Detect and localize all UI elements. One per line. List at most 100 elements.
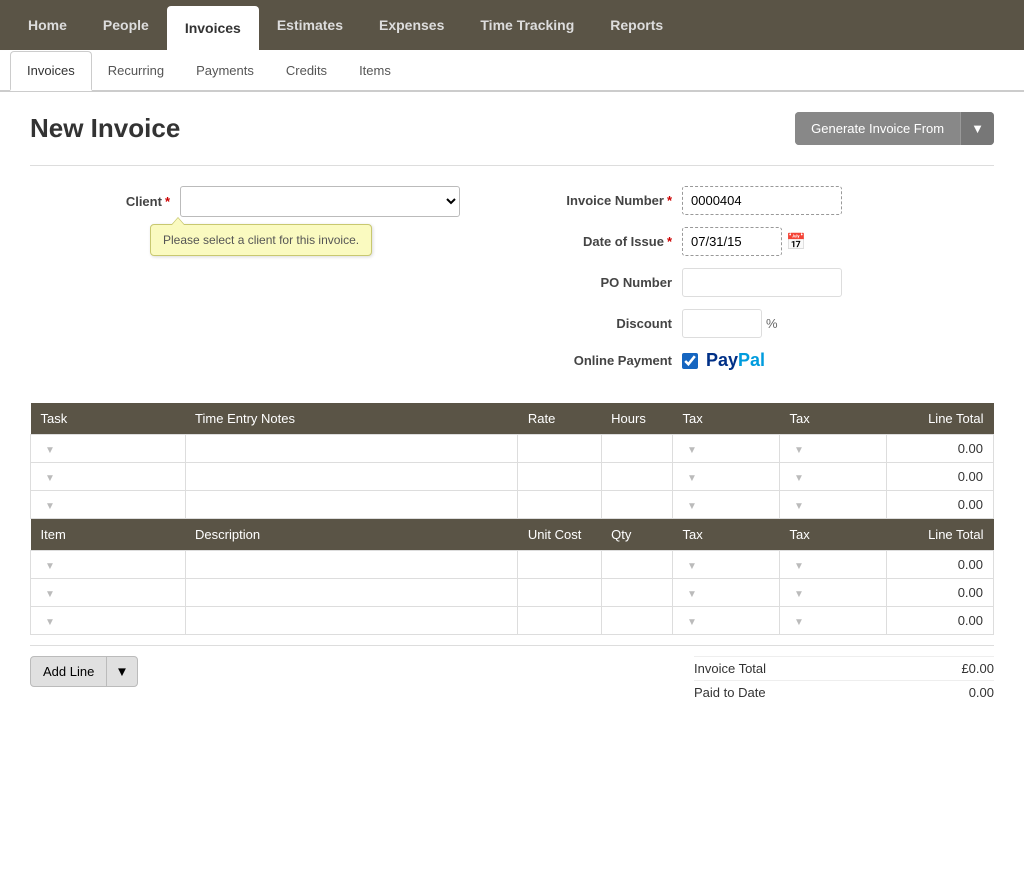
- item-unitcost-cell[interactable]: [518, 607, 601, 635]
- tax2-chevron[interactable]: ▼: [790, 473, 804, 484]
- task-rate-cell[interactable]: [518, 435, 601, 463]
- tax1-chevron[interactable]: ▼: [683, 473, 697, 484]
- subnav-recurring[interactable]: Recurring: [92, 51, 180, 91]
- add-line-button[interactable]: Add Line ▼: [30, 656, 138, 687]
- paid-to-date-value: 0.00: [914, 685, 994, 700]
- nav-reports[interactable]: Reports: [592, 0, 681, 50]
- item-unitcost-cell[interactable]: [518, 551, 601, 579]
- item-tax2-cell: ▼: [779, 579, 886, 607]
- item-tax2-cell: ▼: [779, 607, 886, 635]
- item-tax2-chevron[interactable]: ▼: [790, 617, 804, 628]
- tax1-chevron[interactable]: ▼: [683, 501, 697, 512]
- task-cell: ▼: [31, 435, 186, 463]
- nav-time-tracking[interactable]: Time Tracking: [462, 0, 592, 50]
- task-chevron[interactable]: ▼: [41, 473, 55, 484]
- add-line-dropdown-icon[interactable]: ▼: [106, 657, 136, 686]
- paid-to-date-label: Paid to Date: [694, 685, 786, 700]
- subnav-items[interactable]: Items: [343, 51, 407, 91]
- task-rate-cell[interactable]: [518, 463, 601, 491]
- task-notes-cell[interactable]: [185, 463, 518, 491]
- nav-expenses[interactable]: Expenses: [361, 0, 462, 50]
- task-notes-col-header: Time Entry Notes: [185, 403, 518, 435]
- nav-people[interactable]: People: [85, 0, 167, 50]
- task-col-header: Task: [31, 403, 186, 435]
- item-tax1-cell: ▼: [672, 607, 779, 635]
- discount-wrap: %: [682, 309, 778, 338]
- nav-home[interactable]: Home: [10, 0, 85, 50]
- subnav-invoices[interactable]: Invoices: [10, 51, 92, 91]
- divider: [30, 165, 994, 166]
- subnav-payments[interactable]: Payments: [180, 51, 270, 91]
- client-select[interactable]: [180, 186, 460, 217]
- task-table: Task Time Entry Notes Rate Hours Tax Tax…: [30, 403, 994, 635]
- page-content: New Invoice Generate Invoice From ▼ Clie…: [0, 92, 1024, 724]
- task-chevron[interactable]: ▼: [41, 445, 55, 456]
- invoice-total-label: Invoice Total: [694, 661, 786, 676]
- po-number-row: PO Number: [532, 268, 994, 297]
- tax1-chevron[interactable]: ▼: [683, 445, 697, 456]
- discount-input[interactable]: [682, 309, 762, 338]
- item-tax1-chevron[interactable]: ▼: [683, 617, 697, 628]
- task-tax1-cell: ▼: [672, 491, 779, 519]
- task-rate-cell[interactable]: [518, 491, 601, 519]
- item-chevron[interactable]: ▼: [41, 561, 55, 572]
- po-number-label: PO Number: [532, 275, 672, 290]
- task-hours-cell[interactable]: [601, 491, 672, 519]
- item-tax1-chevron[interactable]: ▼: [683, 561, 697, 572]
- invoice-number-input[interactable]: [682, 186, 842, 215]
- item-tax1-chevron[interactable]: ▼: [683, 589, 697, 600]
- task-rate-col-header: Rate: [518, 403, 601, 435]
- item-qty-cell[interactable]: [601, 579, 672, 607]
- bottom-section: Add Line ▼ Invoice Total £0.00 Paid to D…: [30, 645, 994, 704]
- task-notes-cell[interactable]: [185, 491, 518, 519]
- item-col-header: Item: [31, 519, 186, 551]
- item-tax2-chevron[interactable]: ▼: [790, 561, 804, 572]
- item-qty-cell[interactable]: [601, 607, 672, 635]
- item-unitcost-cell[interactable]: [518, 579, 601, 607]
- item-tax2-chevron[interactable]: ▼: [790, 589, 804, 600]
- tax2-chevron[interactable]: ▼: [790, 501, 804, 512]
- item-qty-cell[interactable]: [601, 551, 672, 579]
- item-linetotal-col-header: Line Total: [886, 519, 993, 551]
- generate-invoice-button[interactable]: Generate Invoice From ▼: [795, 112, 994, 145]
- item-chevron[interactable]: ▼: [41, 589, 55, 600]
- tax2-chevron[interactable]: ▼: [790, 445, 804, 456]
- generate-invoice-dropdown[interactable]: ▼: [960, 112, 994, 145]
- date-of-issue-label: Date of Issue*: [532, 234, 672, 249]
- date-of-issue-input[interactable]: [682, 227, 782, 256]
- task-tax2-cell: ▼: [779, 463, 886, 491]
- nav-estimates[interactable]: Estimates: [259, 0, 361, 50]
- item-desc-cell[interactable]: [185, 551, 518, 579]
- task-tax2-cell: ▼: [779, 491, 886, 519]
- po-number-input[interactable]: [682, 268, 842, 297]
- item-row: ▼ ▼ ▼ 0.00: [31, 607, 994, 635]
- task-row: ▼ ▼ ▼ 0.00: [31, 491, 994, 519]
- item-cell: ▼: [31, 607, 186, 635]
- form-section: Client* Please select a client for this …: [30, 186, 994, 383]
- item-desc-cell[interactable]: [185, 579, 518, 607]
- item-desc-cell[interactable]: [185, 607, 518, 635]
- calendar-icon[interactable]: 📅: [786, 232, 806, 252]
- item-unitcost-col-header: Unit Cost: [518, 519, 601, 551]
- generate-invoice-label: Generate Invoice From: [795, 112, 960, 145]
- nav-invoices[interactable]: Invoices: [167, 6, 259, 50]
- item-total-cell: 0.00: [886, 579, 993, 607]
- task-row: ▼ ▼ ▼ 0.00: [31, 435, 994, 463]
- task-hours-cell[interactable]: [601, 435, 672, 463]
- task-hours-col-header: Hours: [601, 403, 672, 435]
- invoice-number-label: Invoice Number*: [532, 193, 672, 208]
- subnav-credits[interactable]: Credits: [270, 51, 343, 91]
- online-payment-label: Online Payment: [532, 353, 672, 368]
- task-total-cell: 0.00: [886, 491, 993, 519]
- item-row: ▼ ▼ ▼ 0.00: [31, 579, 994, 607]
- task-total-cell: 0.00: [886, 463, 993, 491]
- item-chevron[interactable]: ▼: [41, 617, 55, 628]
- item-tax1-col-header: Tax: [672, 519, 779, 551]
- item-tax1-cell: ▼: [672, 579, 779, 607]
- paypal-checkbox[interactable]: [682, 353, 698, 369]
- task-cell: ▼: [31, 463, 186, 491]
- task-notes-cell[interactable]: [185, 435, 518, 463]
- task-chevron[interactable]: ▼: [41, 501, 55, 512]
- task-hours-cell[interactable]: [601, 463, 672, 491]
- discount-row: Discount %: [532, 309, 994, 338]
